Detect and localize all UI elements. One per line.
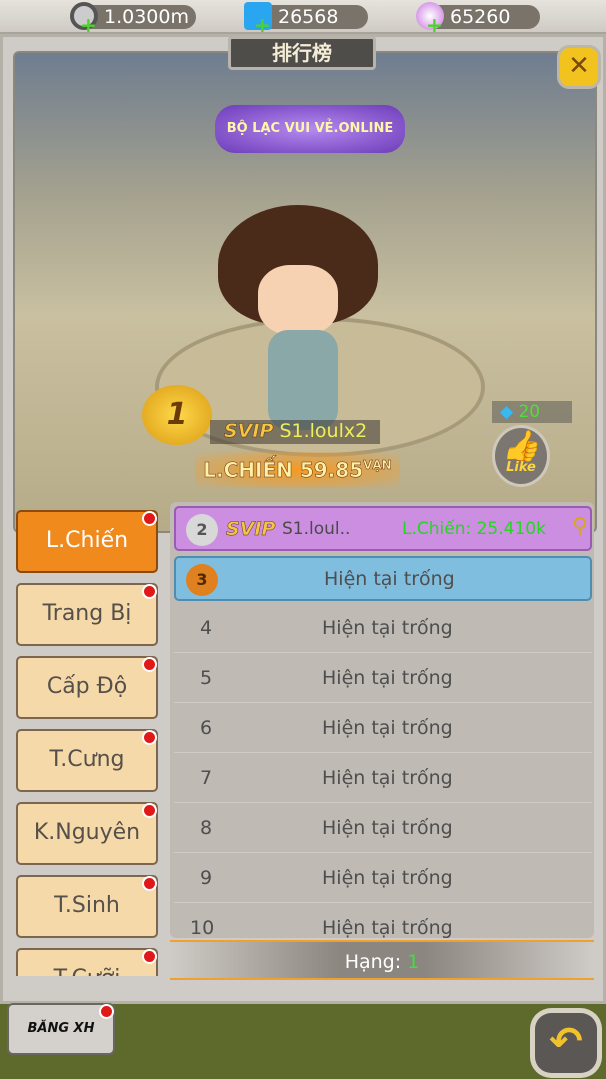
player-character[interactable] xyxy=(218,205,378,435)
rank-1-medal: 1 xyxy=(142,385,212,445)
tab-t-sinh[interactable]: T.Sinh xyxy=(16,875,158,938)
page-title: 排行榜 xyxy=(228,36,376,70)
server-logo: BỘ LẠC VUI VẺ.ONLINE xyxy=(215,105,405,153)
like-button[interactable]: 👍 Like xyxy=(492,425,550,487)
close-button[interactable]: ✕ xyxy=(557,45,601,89)
ranking-list[interactable]: 2 SVIP S1.loul.. L.Chiến: 25.410k ⚲ 3 Hi… xyxy=(170,502,594,939)
diamond-icon: ◆ xyxy=(500,402,514,422)
tab-k-nguyen[interactable]: K.Nguyên xyxy=(16,802,158,865)
ranking-row[interactable]: 2 SVIP S1.loul.. L.Chiến: 25.410k ⚲ xyxy=(174,506,592,551)
key-icon[interactable]: ⚲ xyxy=(572,514,588,539)
top-player-power: L.CHIẾN 59.85VẠN xyxy=(195,452,400,488)
rank-2-medal: 2 xyxy=(186,514,218,546)
like-count: ◆ 20 xyxy=(492,401,572,423)
notification-dot xyxy=(142,730,157,745)
ranking-row[interactable]: 6 Hiện tại trống xyxy=(174,703,592,753)
ranking-row[interactable]: 9 Hiện tại trống xyxy=(174,853,592,903)
rankings-button[interactable]: BĂNG XH xyxy=(7,1003,115,1055)
plus-icon[interactable]: + xyxy=(80,15,97,35)
diamond-resource[interactable]: +26568 xyxy=(244,2,368,35)
tab-trang-bi[interactable]: Trang Bị xyxy=(16,583,158,646)
ranking-row[interactable]: 8 Hiện tại trống xyxy=(174,803,592,853)
silver-resource[interactable]: +1.0300m xyxy=(70,2,196,35)
notification-dot xyxy=(142,949,157,964)
notification-dot xyxy=(142,511,157,526)
power-unit: VẠN xyxy=(363,458,392,473)
tab-t-cung[interactable]: T.Cưng xyxy=(16,729,158,792)
tab-t-cuoi[interactable]: T.Cưỡi xyxy=(16,948,158,976)
power-value: 59.85 xyxy=(299,458,364,483)
tab-cap-do[interactable]: Cấp Độ xyxy=(16,656,158,719)
plus-icon[interactable]: + xyxy=(254,15,271,35)
ranking-row[interactable]: 7 Hiện tại trống xyxy=(174,753,592,803)
notification-dot xyxy=(99,1004,114,1019)
ranking-row[interactable]: 3 Hiện tại trống xyxy=(174,556,592,601)
shell-resource[interactable]: +65260 xyxy=(416,2,540,35)
my-rank: Hạng: 1 xyxy=(170,940,594,980)
ranking-row[interactable]: 5 Hiện tại trống xyxy=(174,653,592,703)
notification-dot xyxy=(142,657,157,672)
back-button[interactable]: ↶ xyxy=(530,1008,602,1078)
close-icon: ✕ xyxy=(568,51,590,81)
notification-dot xyxy=(142,876,157,891)
power-label: L.CHIẾN xyxy=(203,458,293,483)
rank-3-medal: 3 xyxy=(186,564,218,596)
category-tabs: L.Chiến Trang Bị Cấp Độ T.Cưng K.Nguyên … xyxy=(16,510,159,976)
top-player-name[interactable]: SVIP S1.loulx2 xyxy=(224,420,367,443)
plus-icon[interactable]: + xyxy=(426,15,443,35)
tab-l-chien[interactable]: L.Chiến xyxy=(16,510,158,573)
notification-dot xyxy=(142,584,157,599)
back-arrow-icon: ↶ xyxy=(549,1019,583,1065)
resource-bar: +1.0300m +26568 +65260 xyxy=(0,0,606,35)
ranking-row[interactable]: 4 Hiện tại trống xyxy=(174,603,592,653)
notification-dot xyxy=(142,803,157,818)
